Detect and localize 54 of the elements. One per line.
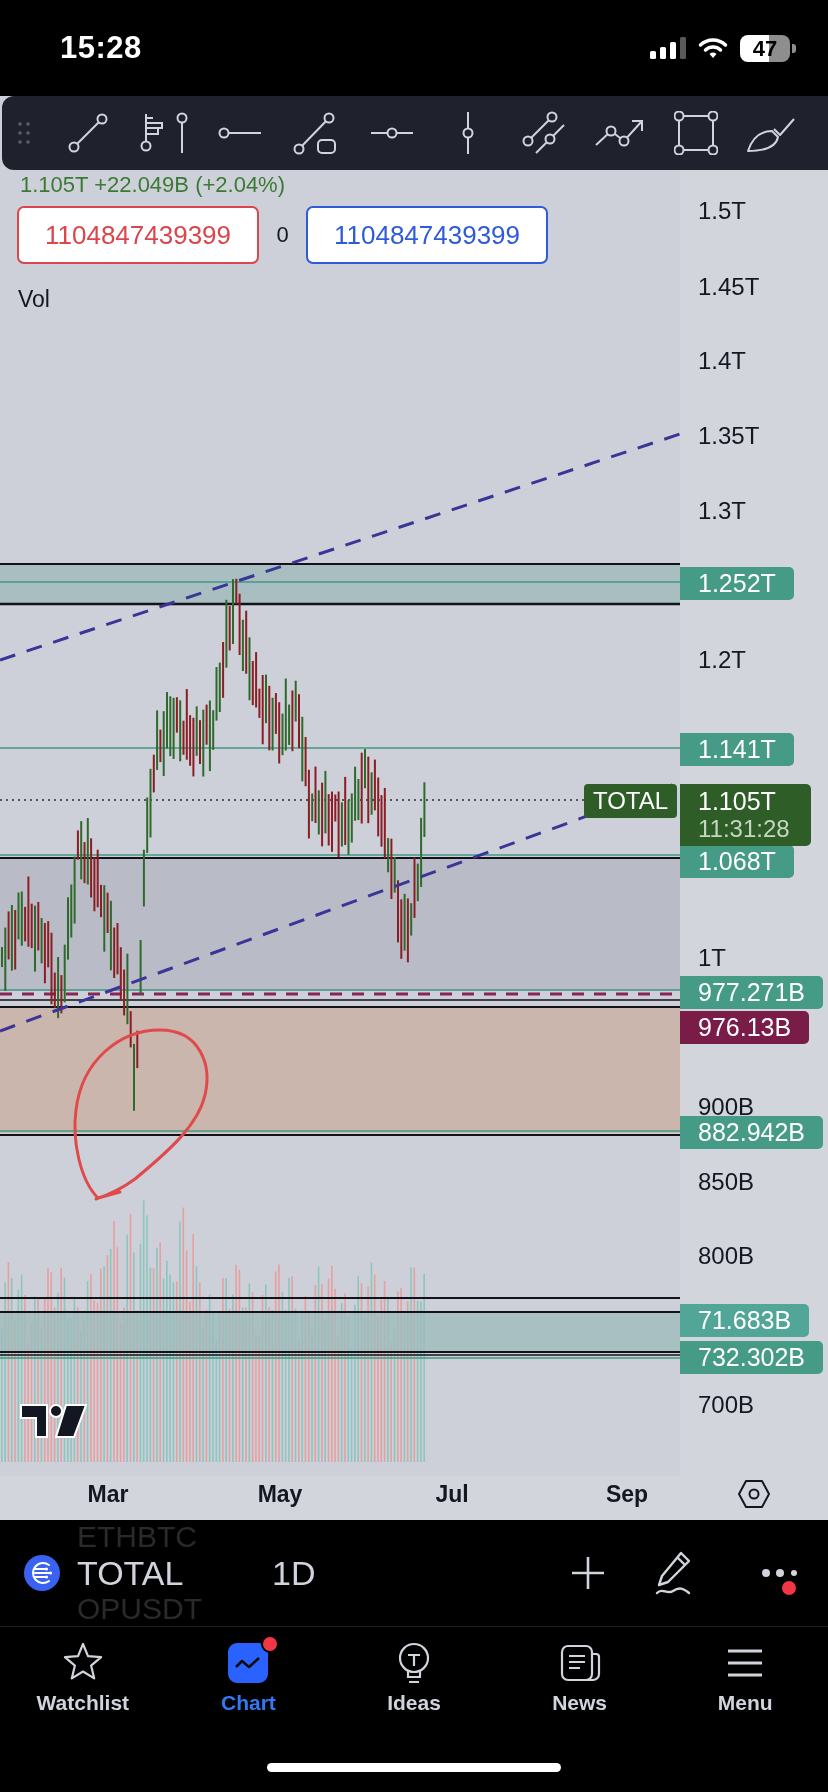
pen-icon[interactable]: [654, 1550, 692, 1596]
interval-selector[interactable]: 1D: [272, 1552, 316, 1594]
status-time: 15:28: [60, 30, 142, 66]
wifi-icon: [698, 37, 728, 59]
add-icon[interactable]: [570, 1555, 606, 1591]
signal-icon: [650, 37, 686, 59]
price-axis-label: 1.35T: [698, 422, 760, 450]
quote-price-button[interactable]: 1104847439399: [306, 206, 548, 264]
price-level-tag: 1.252T: [680, 567, 794, 600]
price-level-tag: 977.271B: [680, 976, 824, 1009]
vertical-ray-icon[interactable]: [174, 111, 190, 155]
price-axis-label: 850B: [698, 1168, 755, 1196]
price-level-tag: 71.683B: [680, 1304, 810, 1337]
rectangle-icon[interactable]: [674, 111, 718, 155]
trend-line-icon[interactable]: [66, 111, 110, 155]
battery-indicator: 47: [740, 34, 797, 62]
price-level-tag: 1.068T: [680, 845, 794, 878]
price-axis-label: 1.5T: [698, 197, 747, 225]
price-level-tag: 732.302B: [680, 1341, 824, 1374]
last-price: 1.105T: [698, 787, 777, 815]
spread-value: 0: [275, 222, 290, 248]
drag-handle-icon[interactable]: [17, 121, 31, 145]
line-with-box-icon[interactable]: [293, 111, 339, 155]
nav-tab[interactable]: Menu: [662, 1641, 828, 1715]
nav-tab[interactable]: Chart: [165, 1641, 332, 1715]
time-axis-label: Sep: [605, 1480, 649, 1508]
price-level-tag: 1.141T: [680, 733, 794, 766]
logo-icon: [20, 1404, 88, 1438]
price-axis-label: 1.2T: [698, 646, 747, 674]
price-level-tag: 882.942B: [680, 1116, 824, 1149]
symbol-logo-icon: [24, 1555, 60, 1591]
time-axis-label: Jul: [435, 1480, 469, 1508]
price-axis-label: 1T: [698, 944, 726, 972]
volume-label: Vol: [17, 286, 50, 312]
price-change: 1.105T +22.049B (+2.04%): [19, 172, 285, 198]
price-axis-label: 800B: [698, 1242, 755, 1270]
chart-icon: [226, 1641, 271, 1685]
settings-icon[interactable]: [738, 1479, 770, 1509]
time-axis-label: Mar: [87, 1480, 129, 1508]
price-level-tag: 976.13B: [680, 1011, 810, 1044]
parallel-channel-icon[interactable]: [522, 111, 566, 155]
time-axis-label: May: [257, 1480, 303, 1508]
nav-tab[interactable]: News: [496, 1641, 663, 1715]
price-axis-label: 700B: [698, 1391, 755, 1419]
nav-tab[interactable]: Ideas: [331, 1641, 497, 1715]
vertical-line-icon[interactable]: [460, 111, 476, 155]
quote-price-button[interactable]: 1104847439399: [17, 206, 259, 264]
price-axis-label: 1.4T: [698, 347, 747, 375]
symbol-name[interactable]: TOTAL: [77, 1552, 272, 1594]
price-axis-label: 1.45T: [698, 273, 760, 301]
bar-countdown: 11:31:28: [698, 815, 791, 843]
nav-tab[interactable]: Watchlist: [0, 1641, 166, 1715]
price-axis-label: 1.3T: [698, 497, 747, 525]
symbol-tag: TOTAL: [584, 784, 677, 818]
